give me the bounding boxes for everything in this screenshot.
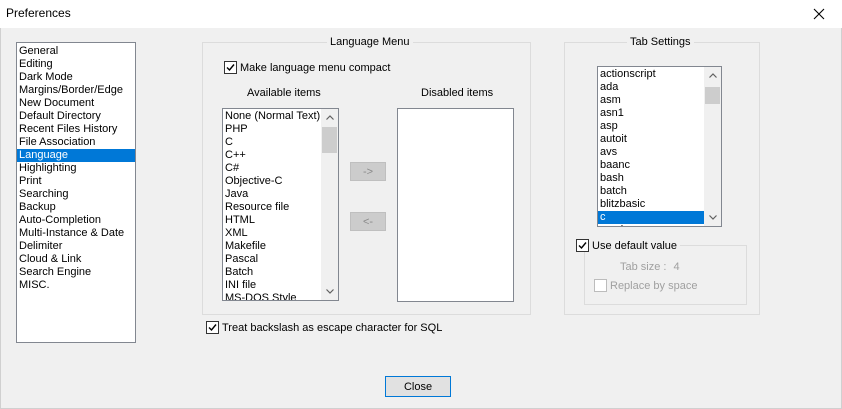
tab-language-item[interactable]: batch bbox=[598, 185, 721, 198]
category-item[interactable]: Print bbox=[17, 175, 135, 188]
checkmark-icon bbox=[208, 324, 217, 332]
use-default-group bbox=[584, 245, 747, 305]
category-item[interactable]: New Document bbox=[17, 97, 135, 110]
category-list[interactable]: General Editing Dark Mode Margins/Border/Ed… bbox=[16, 42, 136, 343]
tab-language-item[interactable]: ada bbox=[598, 81, 721, 94]
category-item[interactable]: Default Directory bbox=[17, 110, 135, 123]
tab-settings-title: Tab Settings bbox=[627, 36, 694, 49]
checkmark-icon bbox=[578, 242, 587, 250]
move-to-available-button[interactable]: <- bbox=[350, 212, 386, 231]
sql-escape-label: Treat backslash as escape character for … bbox=[222, 321, 443, 334]
window-close-button[interactable] bbox=[796, 0, 842, 28]
category-item[interactable]: File Association bbox=[17, 136, 135, 149]
category-item[interactable]: MISC. bbox=[17, 279, 135, 292]
chevron-up-icon bbox=[708, 73, 717, 78]
category-item[interactable]: Language bbox=[17, 149, 135, 162]
tab-language-scrollbar[interactable] bbox=[704, 67, 721, 226]
category-item[interactable]: Search Engine bbox=[17, 266, 135, 279]
scroll-up-button[interactable] bbox=[321, 109, 338, 126]
scroll-down-button[interactable] bbox=[321, 283, 338, 300]
tab-language-item[interactable]: c bbox=[598, 211, 721, 224]
category-item[interactable]: Recent Files History bbox=[17, 123, 135, 136]
category-item[interactable]: Margins/Border/Edge bbox=[17, 84, 135, 97]
tab-language-item[interactable]: baanc bbox=[598, 159, 721, 172]
tab-language-item[interactable]: actionscript bbox=[598, 68, 721, 81]
tab-language-content: actionscript ada asm asn1 asp autoit avs baanc b… bbox=[598, 68, 721, 226]
use-default-checkbox-row[interactable]: Use default value bbox=[575, 239, 680, 252]
sql-escape-checkbox[interactable] bbox=[206, 321, 219, 334]
sql-escape-checkbox-row[interactable]: Treat backslash as escape character for … bbox=[206, 321, 442, 334]
category-item[interactable]: Multi-Instance & Date bbox=[17, 227, 135, 240]
checkmark-icon bbox=[226, 64, 235, 72]
use-default-checkbox[interactable] bbox=[576, 239, 589, 252]
tab-language-item[interactable]: asm bbox=[598, 94, 721, 107]
tab-size-field: Tab size : 4 bbox=[620, 261, 680, 273]
scroll-thumb[interactable] bbox=[322, 127, 337, 153]
replace-by-space-label: Replace by space bbox=[610, 279, 698, 292]
scroll-thumb[interactable] bbox=[705, 87, 720, 104]
category-item[interactable]: Highlighting bbox=[17, 162, 135, 175]
tab-language-list[interactable]: actionscript ada asm asn1 asp autoit avs baanc b… bbox=[597, 66, 722, 227]
close-icon bbox=[813, 8, 825, 20]
scroll-down-button[interactable] bbox=[704, 209, 721, 226]
tab-language-item[interactable]: asp bbox=[598, 120, 721, 133]
category-item[interactable]: Searching bbox=[17, 188, 135, 201]
available-items-list[interactable]: None (Normal Text) PHP C C++ C# Objective-C Ja… bbox=[222, 108, 339, 301]
category-item[interactable]: Delimiter bbox=[17, 240, 135, 253]
available-items-scrollbar[interactable] bbox=[321, 109, 338, 300]
tab-language-item[interactable]: asn1 bbox=[598, 107, 721, 120]
tab-language-item[interactable]: bash bbox=[598, 172, 721, 185]
scroll-up-button[interactable] bbox=[704, 67, 721, 84]
replace-by-space-checkbox-row[interactable]: Replace by space bbox=[594, 279, 697, 292]
use-default-label: Use default value bbox=[592, 239, 677, 252]
compact-menu-label: Make language menu compact bbox=[240, 61, 391, 74]
window-title: Preferences bbox=[6, 6, 71, 20]
chevron-down-icon bbox=[325, 289, 334, 294]
available-items-label: Available items bbox=[247, 87, 321, 99]
category-item[interactable]: Auto-Completion bbox=[17, 214, 135, 227]
tab-language-item[interactable]: avs bbox=[598, 146, 721, 159]
tab-language-item[interactable]: blitzbasic bbox=[598, 198, 721, 211]
category-item[interactable]: Cloud & Link bbox=[17, 253, 135, 266]
close-button[interactable]: Close bbox=[385, 376, 451, 397]
tab-language-item[interactable]: caml bbox=[598, 224, 721, 226]
category-item[interactable]: Editing bbox=[17, 58, 135, 71]
tab-size-label: Tab size : bbox=[620, 261, 667, 273]
replace-by-space-checkbox[interactable] bbox=[594, 279, 607, 292]
category-item[interactable]: Backup bbox=[17, 201, 135, 214]
move-to-disabled-button[interactable]: -> bbox=[350, 162, 386, 181]
chevron-down-icon bbox=[708, 215, 717, 220]
tab-size-value[interactable]: 4 bbox=[674, 261, 680, 273]
compact-menu-checkbox[interactable] bbox=[224, 61, 237, 74]
compact-menu-checkbox-row[interactable]: Make language menu compact bbox=[224, 61, 390, 74]
title-bar: Preferences bbox=[0, 0, 842, 28]
disabled-items-label: Disabled items bbox=[421, 87, 494, 99]
tab-language-item[interactable]: autoit bbox=[598, 133, 721, 146]
category-item[interactable]: Dark Mode bbox=[17, 71, 135, 84]
chevron-up-icon bbox=[325, 115, 334, 120]
disabled-items-list[interactable] bbox=[397, 108, 514, 302]
language-menu-title: Language Menu bbox=[327, 36, 413, 49]
category-item[interactable]: General bbox=[17, 45, 135, 58]
